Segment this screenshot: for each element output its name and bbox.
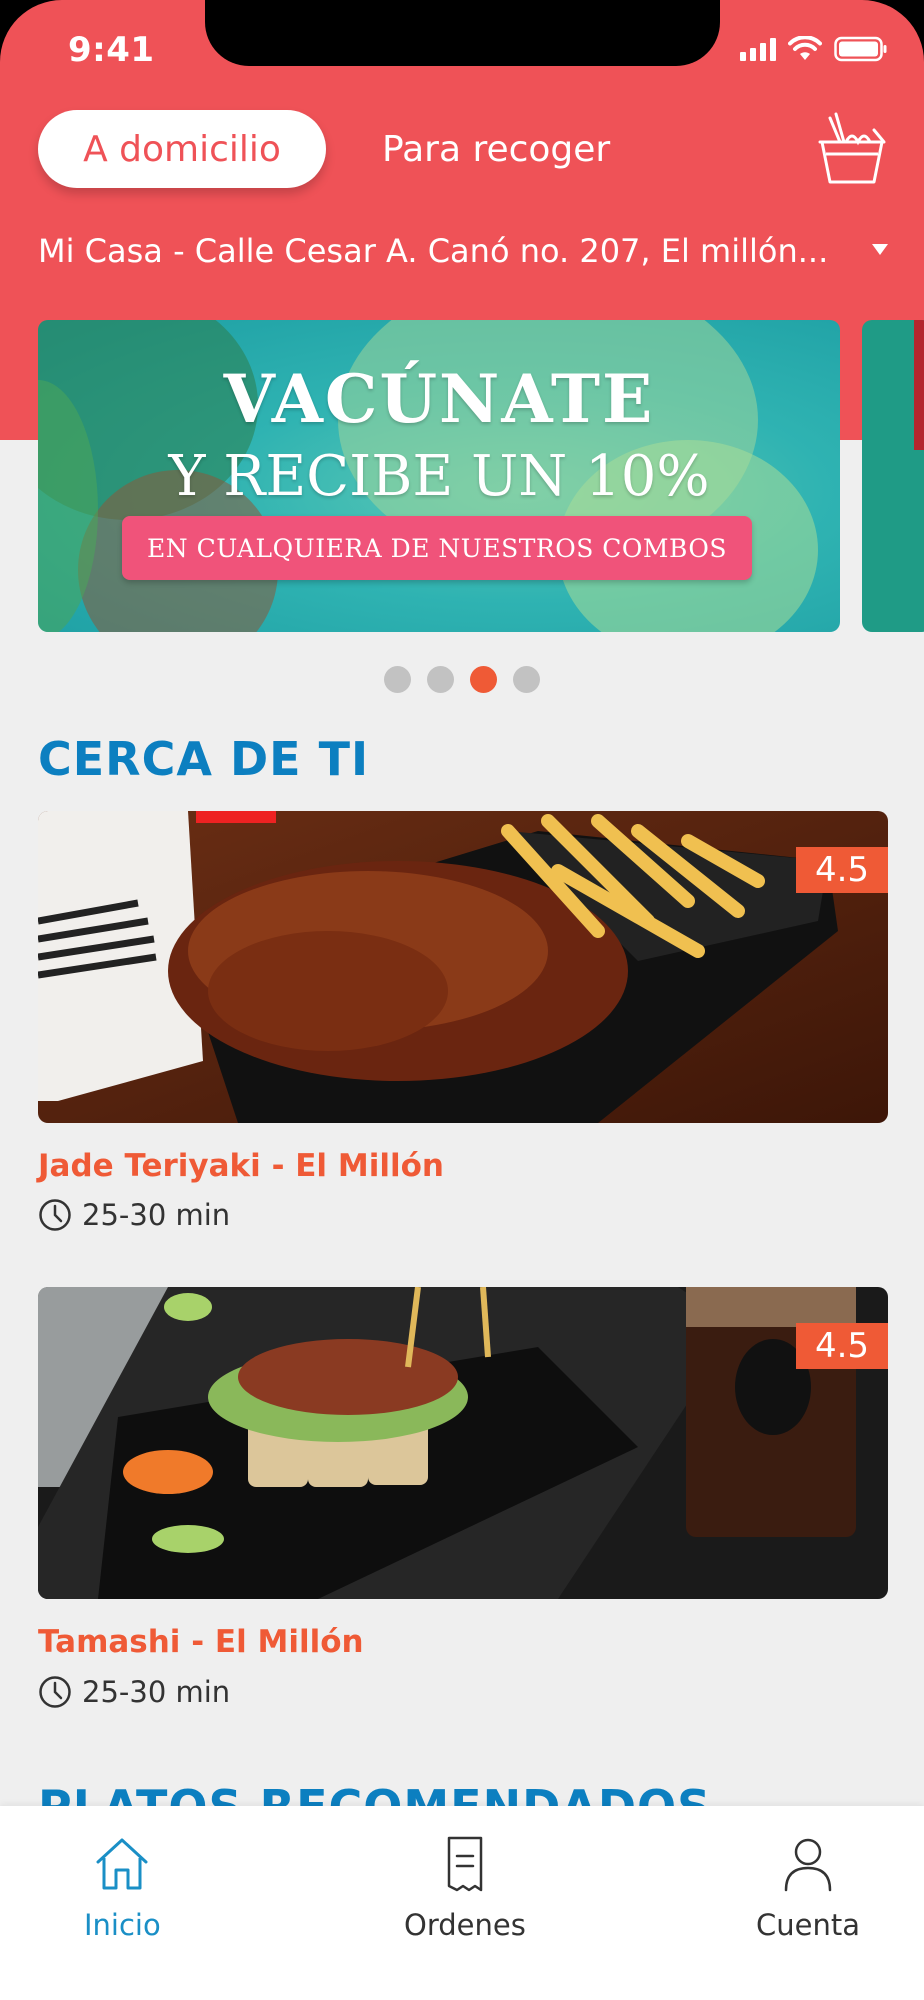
status-time: 9:41 [68,30,155,70]
battery-icon [834,36,887,62]
delivery-mode-delivery-button[interactable]: A domicilio [38,110,326,188]
clock-icon [39,1199,71,1231]
user-icon [784,1838,832,1892]
tab-cuenta[interactable]: Cuenta [756,1834,860,1942]
receipt-icon [447,1836,483,1892]
cellular-signal-icon [740,37,776,61]
carousel-dot[interactable] [513,666,540,693]
section-title-nearby: CERCA DE TI [38,732,370,786]
chevron-down-icon[interactable] [872,244,888,255]
restaurant-card-image[interactable]: 4.5 [38,1287,888,1599]
home-icon [96,1838,148,1890]
delivery-time: 25-30 min [38,1198,230,1232]
carousel-indicators [384,666,540,693]
rating-badge: 4.5 [796,1323,888,1369]
device-notch [205,0,720,66]
banner-subheadline: Y RECIBE UN 10% [168,444,710,509]
sushi-food-photo [38,1287,888,1599]
tab-label: Ordenes [404,1908,526,1942]
app-screen: 9:41 A domicilio Para recoger Mi Casa - … [0,0,924,2000]
takeout-box-icon[interactable] [816,110,888,186]
tab-ordenes[interactable]: Ordenes [404,1834,526,1942]
status-icons [740,36,888,62]
carousel-dot-active[interactable] [470,666,497,693]
promo-banner[interactable]: VACÚNATE Y RECIBE UN 10% EN CUALQUIERA D… [38,320,840,632]
wifi-icon [788,36,822,60]
tab-label: Cuenta [756,1908,860,1942]
tab-label: Inicio [84,1908,161,1942]
next-promo-banner[interactable] [862,320,924,632]
clock-icon [39,1676,71,1708]
restaurant-card-image[interactable]: 4.5 [38,811,888,1123]
carousel-dot[interactable] [384,666,411,693]
delivery-mode-pickup-button[interactable]: Para recoger [382,129,610,170]
teriyaki-food-photo [38,811,888,1123]
delivery-time: 25-30 min [38,1675,230,1709]
delivery-time-text: 25-30 min [82,1675,231,1709]
delivery-time-text: 25-30 min [82,1198,231,1232]
tab-inicio[interactable]: Inicio [84,1834,161,1942]
rating-badge: 4.5 [796,847,888,893]
delivery-address-selector[interactable]: Mi Casa - Calle Cesar A. Canó no. 207, E… [38,232,888,270]
delivery-mode-toggle: A domicilio Para recoger [38,110,610,188]
banner-headline: VACÚNATE [223,360,655,438]
restaurant-name[interactable]: Tamashi - El Millón [38,1624,364,1660]
carousel-dot[interactable] [427,666,454,693]
bottom-tab-bar: Inicio Ordenes Cuenta [0,1806,924,2000]
banner-tagline: EN CUALQUIERA DE NUESTROS COMBOS [122,516,752,580]
restaurant-name[interactable]: Jade Teriyaki - El Millón [38,1148,444,1184]
